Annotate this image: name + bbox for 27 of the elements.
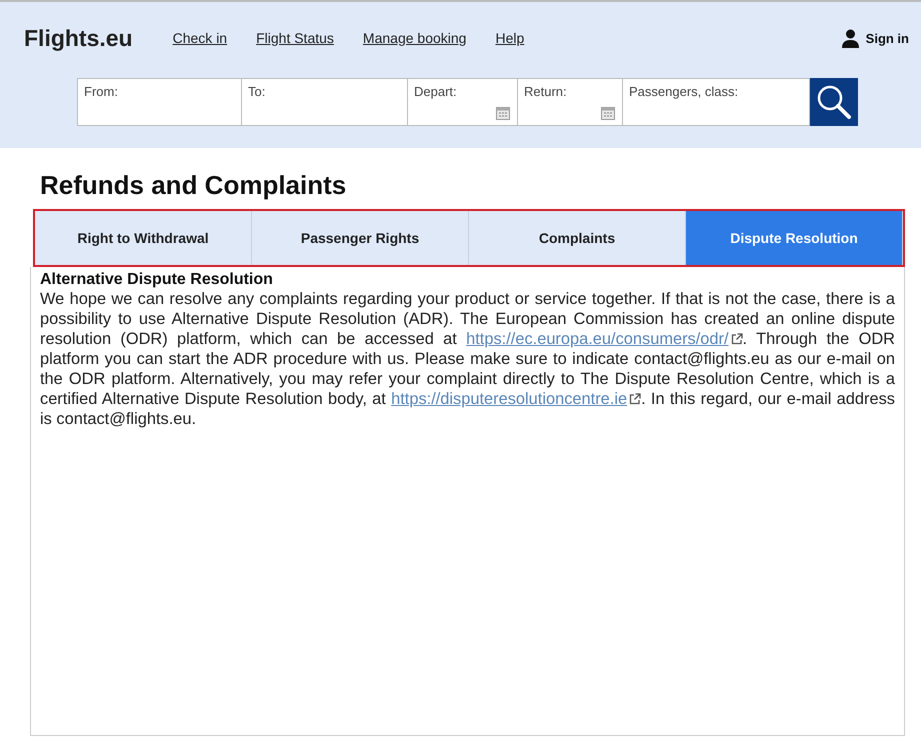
sign-in-link[interactable]: Sign in xyxy=(840,28,909,48)
user-icon xyxy=(840,28,860,48)
section-heading: Alternative Dispute Resolution xyxy=(40,271,274,289)
search-icon xyxy=(816,84,852,120)
external-link-icon xyxy=(730,333,743,345)
link[interactable]: https://ec.europa.eu/consumers/odr/ xyxy=(466,330,729,348)
link[interactable]: https://disputeresolutioncentre.ie xyxy=(391,390,628,408)
nav-link[interactable]: Manage booking xyxy=(362,30,466,46)
input-field[interactable]: Passengers, class: xyxy=(622,78,810,126)
site-logo[interactable]: Flights.eu xyxy=(24,24,133,52)
tab[interactable]: Complaints xyxy=(469,211,686,265)
calendar-icon[interactable] xyxy=(496,106,510,120)
nav-link[interactable]: Help xyxy=(495,30,524,46)
page-title: Refunds and Complaints xyxy=(40,170,348,201)
tab[interactable]: Passenger Rights xyxy=(252,211,469,265)
nav-link[interactable]: Check in xyxy=(172,30,228,46)
date-field[interactable]: Depart: xyxy=(407,78,518,126)
search-button[interactable] xyxy=(810,78,858,126)
date-field[interactable]: Return: xyxy=(517,78,623,126)
calendar-icon[interactable] xyxy=(601,106,615,120)
body-paragraph: We hope we can resolve any complaints regarding your product or service together. If that is not the case, there is a possibility to use Alternative Dispute Resolution (ADR). The European Commission has created an online dispute resolution (ODR) platform, which can be accessed at https://ec.europa.eu/consumers/odr/ . Through the ODR platform you can start the ADR procedure with us. Please make sure to indicate contact@flights.eu as our e-mail on the ODR platform. Alternatively, you may refer your complaint directly to The Dispute Resolution Centre, which is a certified Alternative Dispute Resolution body, at https://disputeresolutioncentre.ie . In this regard, our e-mail address is contact@flights.eu. xyxy=(40,289,895,429)
tab[interactable]: Dispute Resolution xyxy=(686,211,903,265)
input-field[interactable]: From: xyxy=(77,78,242,126)
tab[interactable]: Right to Withdrawal xyxy=(35,211,252,265)
nav-link[interactable]: Flight Status xyxy=(256,30,334,46)
input-field[interactable]: To: xyxy=(241,78,408,126)
external-link-icon xyxy=(629,393,642,405)
